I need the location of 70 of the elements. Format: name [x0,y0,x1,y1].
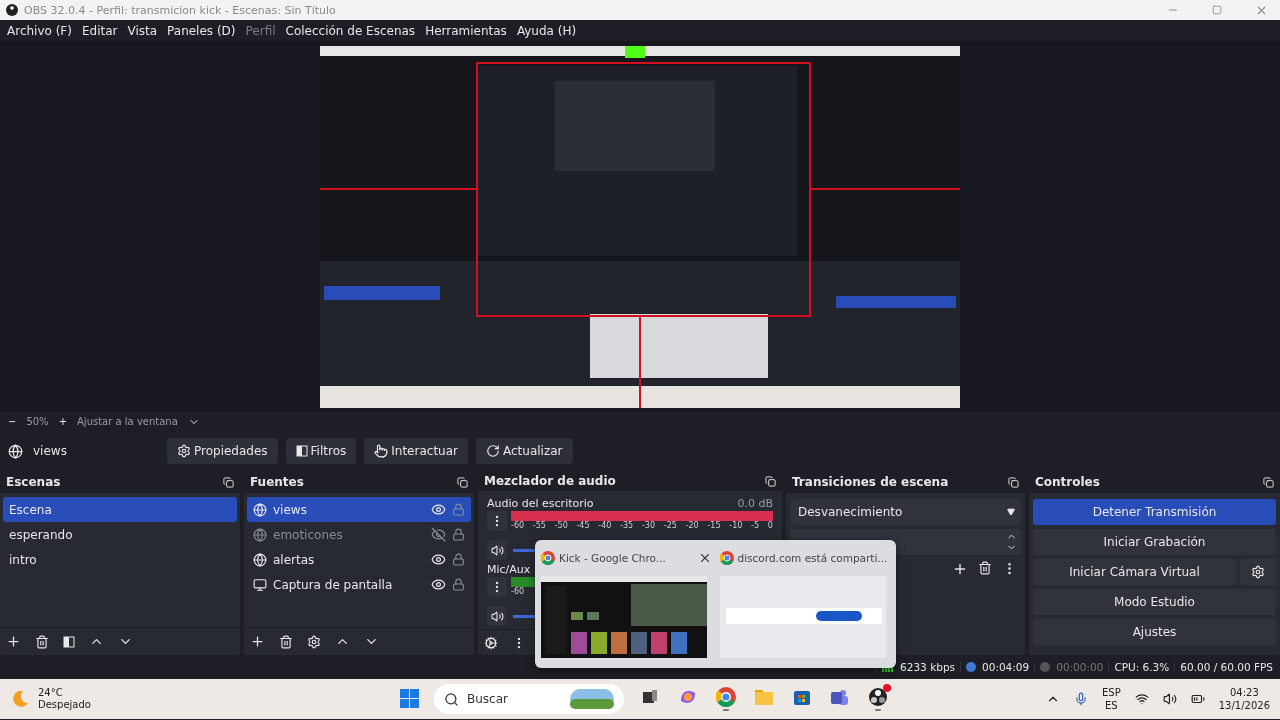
scale-label: -5 [751,521,760,531]
source-item[interactable]: emoticones [247,522,471,547]
bitrate: 6233 kbps [900,661,956,673]
menu-item[interactable]: Colección de Escenas [280,23,421,38]
window-title: OBS 32.0.4 - Perfil: transmicion kick - Escenas: Sin Título [24,3,337,17]
channel-name: Audio del escritorio [487,496,594,510]
zoom-level: 50% [26,416,49,427]
search-field[interactable]: Buscar [434,684,624,714]
dock-title: Fuentes [250,475,304,489]
scale-label: -60 [511,587,525,597]
control-button[interactable]: Iniciar Grabación [1033,529,1276,555]
menu-item[interactable]: Editar [76,23,123,38]
window-thumbnail-title[interactable]: discord.com está comparti... [737,552,890,564]
source-item[interactable]: alertas [247,547,471,572]
temperature: 24°C [38,687,64,699]
dock-title: Escenas [6,475,61,489]
dock-title: Mezclador de audio [484,474,616,489]
scene-item[interactable]: intro [3,547,237,572]
fps-reading: 60.00 / 60.00 FPS [1174,661,1278,673]
scale-label: -10 [729,521,743,531]
record-time: 00:00:00 [1056,661,1104,673]
db-reading: 0.0 dB [737,496,773,510]
control-button[interactable]: Ajustes [1033,619,1276,645]
source-item[interactable]: views [247,497,471,522]
fit-dropdown[interactable]: Ajustar a la ventana [77,416,178,427]
keyboard-layout: ES [1105,699,1118,712]
toolbar-button[interactable]: Propiedades [167,438,278,464]
source-name: Captura de pantalla [273,577,394,592]
scene-item[interactable]: esperando [3,522,237,547]
control-button[interactable]: Modo Estudio [1033,589,1276,615]
scale-label: -30 [641,521,656,531]
channel-name: Mic/Aux [487,562,531,576]
cpu-usage: CPU: 6.3% [1108,661,1175,673]
scale-label: -20 [685,521,699,531]
clock-date: 13/1/2026 [1218,699,1270,712]
dock-title: Transiciones de escena [792,475,949,489]
toolbar-button[interactable]: Actualizar [476,438,573,464]
scale-label: -40 [598,521,612,531]
control-button[interactable]: Iniciar Cámara Virtual [1033,559,1236,585]
scale-label: -25 [663,521,677,531]
scene-item[interactable]: Escena [3,497,237,522]
zoom-out-button[interactable]: − [8,416,17,427]
toolbar-button[interactable]: Interactuar [364,438,468,464]
control-button[interactable]: Detener Transmisión [1033,499,1276,525]
scale-label: -35 [620,521,634,531]
window-thumbnail-title[interactable]: Kick - Google Chro... [559,552,694,564]
weather-condition: Despejado [38,699,91,711]
scale-label: 0 [767,521,773,531]
transition-dropdown[interactable]: Desvanecimiento [790,499,1021,525]
menu-item[interactable]: Paneles (D) [162,23,241,38]
selected-source-name: views [33,444,68,458]
menu-item[interactable]: Archivo (F) [2,23,77,38]
source-name: emoticones [273,527,344,542]
source-name: views [273,502,308,517]
dock-title: Controles [1035,475,1100,489]
source-item[interactable]: Captura de pantalla [247,572,471,597]
scale-label: -60 [511,521,525,531]
menu-item[interactable]: Herramientas [420,23,512,38]
scale-label: -55 [532,521,546,531]
menu-item[interactable]: Ayuda (H) [511,23,582,38]
clock-time: 04:23 [1229,686,1259,699]
scale-label: -15 [707,521,721,531]
scale-label: -45 [576,521,590,531]
toolbar-button[interactable]: Filtros [285,438,357,464]
input-language: ESP [1102,686,1121,699]
menu-item[interactable]: Vista [122,23,163,38]
source-name: alertas [273,552,316,567]
stream-time: 00:04:09 [982,661,1030,673]
scale-label: -50 [554,521,568,531]
zoom-in-button[interactable]: + [58,416,67,427]
